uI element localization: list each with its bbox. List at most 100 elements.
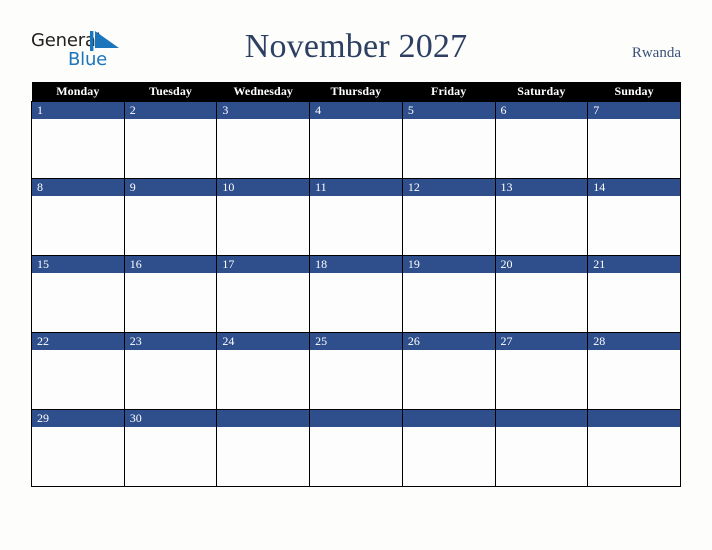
weekday-header-thursday: Thursday [309,82,403,102]
calendar-week-row: 15 16 17 18 19 20 21 [31,255,681,333]
calendar-day-cell[interactable]: 6 [494,101,589,179]
calendar-day-cell[interactable]: 18 [309,255,403,333]
day-number [402,410,495,427]
calendar-day-cell[interactable]: 11 [309,178,403,256]
calendar-week-row: 22 23 24 25 26 27 28 [31,332,681,410]
weekday-header-monday: Monday [31,82,125,102]
day-number: 11 [310,179,402,196]
calendar-day-cell[interactable]: 1 [31,101,125,179]
calendar-day-cell-empty [401,409,496,487]
day-number: 28 [588,333,680,350]
day-note-area[interactable] [124,273,217,332]
calendar-day-cell[interactable]: 5 [401,101,496,179]
weekday-header-saturday: Saturday [495,82,588,102]
calendar-day-cell-empty [587,409,681,487]
day-note-area[interactable] [32,427,124,486]
calendar-day-cell[interactable]: 22 [31,332,125,410]
day-note-area[interactable] [310,196,402,255]
day-note-area[interactable] [32,119,124,178]
day-note-area[interactable] [217,273,310,332]
day-number: 29 [32,410,124,427]
day-number: 9 [124,179,217,196]
day-number: 25 [310,333,402,350]
day-number: 26 [402,333,495,350]
day-number: 24 [217,333,310,350]
calendar-day-cell[interactable]: 25 [309,332,403,410]
day-number: 30 [124,410,217,427]
calendar-day-cell[interactable]: 12 [401,178,496,256]
calendar-day-cell[interactable]: 2 [123,101,218,179]
day-note-area[interactable] [495,196,588,255]
day-note-area[interactable] [32,196,124,255]
day-number: 12 [402,179,495,196]
calendar-day-cell[interactable]: 10 [216,178,311,256]
day-number: 20 [495,256,588,273]
day-note-area[interactable] [402,273,495,332]
day-number: 22 [32,333,124,350]
calendar-day-cell[interactable]: 29 [31,409,125,487]
calendar-week-row: 1 2 3 4 5 6 7 [31,101,681,179]
day-note-area[interactable] [217,196,310,255]
day-number: 15 [32,256,124,273]
calendar-day-cell[interactable]: 14 [587,178,681,256]
day-number: 4 [310,102,402,119]
day-note-area[interactable] [32,350,124,409]
calendar-day-cell[interactable]: 27 [494,332,589,410]
day-note-area[interactable] [588,350,680,409]
calendar-day-cell[interactable]: 8 [31,178,125,256]
day-note-area[interactable] [124,119,217,178]
weekday-header-sunday: Sunday [587,82,681,102]
calendar-day-cell[interactable]: 7 [587,101,681,179]
day-number: 14 [588,179,680,196]
calendar-day-cell[interactable]: 15 [31,255,125,333]
day-number: 19 [402,256,495,273]
day-number: 21 [588,256,680,273]
day-note-area[interactable] [217,119,310,178]
calendar-day-cell[interactable]: 13 [494,178,589,256]
day-note-area[interactable] [402,350,495,409]
calendar-day-cell[interactable]: 16 [123,255,218,333]
day-note-area[interactable] [588,196,680,255]
calendar-day-cell-empty [494,409,589,487]
day-number: 10 [217,179,310,196]
day-note-area[interactable] [124,427,217,486]
day-note-area [495,427,588,486]
day-number: 23 [124,333,217,350]
calendar-day-cell[interactable]: 9 [123,178,218,256]
calendar-day-cell[interactable]: 24 [216,332,311,410]
calendar-day-cell[interactable]: 20 [494,255,589,333]
day-note-area[interactable] [32,273,124,332]
calendar-day-cell[interactable]: 28 [587,332,681,410]
day-note-area [588,427,680,486]
calendar-day-cell-empty [309,409,403,487]
day-note-area[interactable] [402,119,495,178]
weekday-header-friday: Friday [402,82,496,102]
day-number: 1 [32,102,124,119]
calendar-day-cell[interactable]: 23 [123,332,218,410]
day-note-area [217,427,310,486]
day-note-area[interactable] [124,196,217,255]
calendar-day-cell[interactable]: 17 [216,255,311,333]
day-note-area[interactable] [495,273,588,332]
day-number: 13 [495,179,588,196]
day-note-area[interactable] [310,273,402,332]
day-note-area[interactable] [124,350,217,409]
day-note-area[interactable] [495,350,588,409]
calendar-day-cell[interactable]: 3 [216,101,311,179]
calendar-day-cell[interactable]: 26 [401,332,496,410]
day-note-area[interactable] [588,273,680,332]
day-number [217,410,310,427]
day-number: 27 [495,333,588,350]
day-number: 16 [124,256,217,273]
day-note-area[interactable] [588,119,680,178]
calendar-day-cell[interactable]: 19 [401,255,496,333]
day-note-area[interactable] [217,350,310,409]
calendar-day-cell[interactable]: 4 [309,101,403,179]
day-note-area[interactable] [402,196,495,255]
calendar-day-cell[interactable]: 21 [587,255,681,333]
weekday-header-row: Monday Tuesday Wednesday Thursday Friday… [31,82,681,102]
day-note-area[interactable] [310,350,402,409]
day-note-area[interactable] [310,119,402,178]
day-note-area[interactable] [495,119,588,178]
calendar-day-cell[interactable]: 30 [123,409,218,487]
